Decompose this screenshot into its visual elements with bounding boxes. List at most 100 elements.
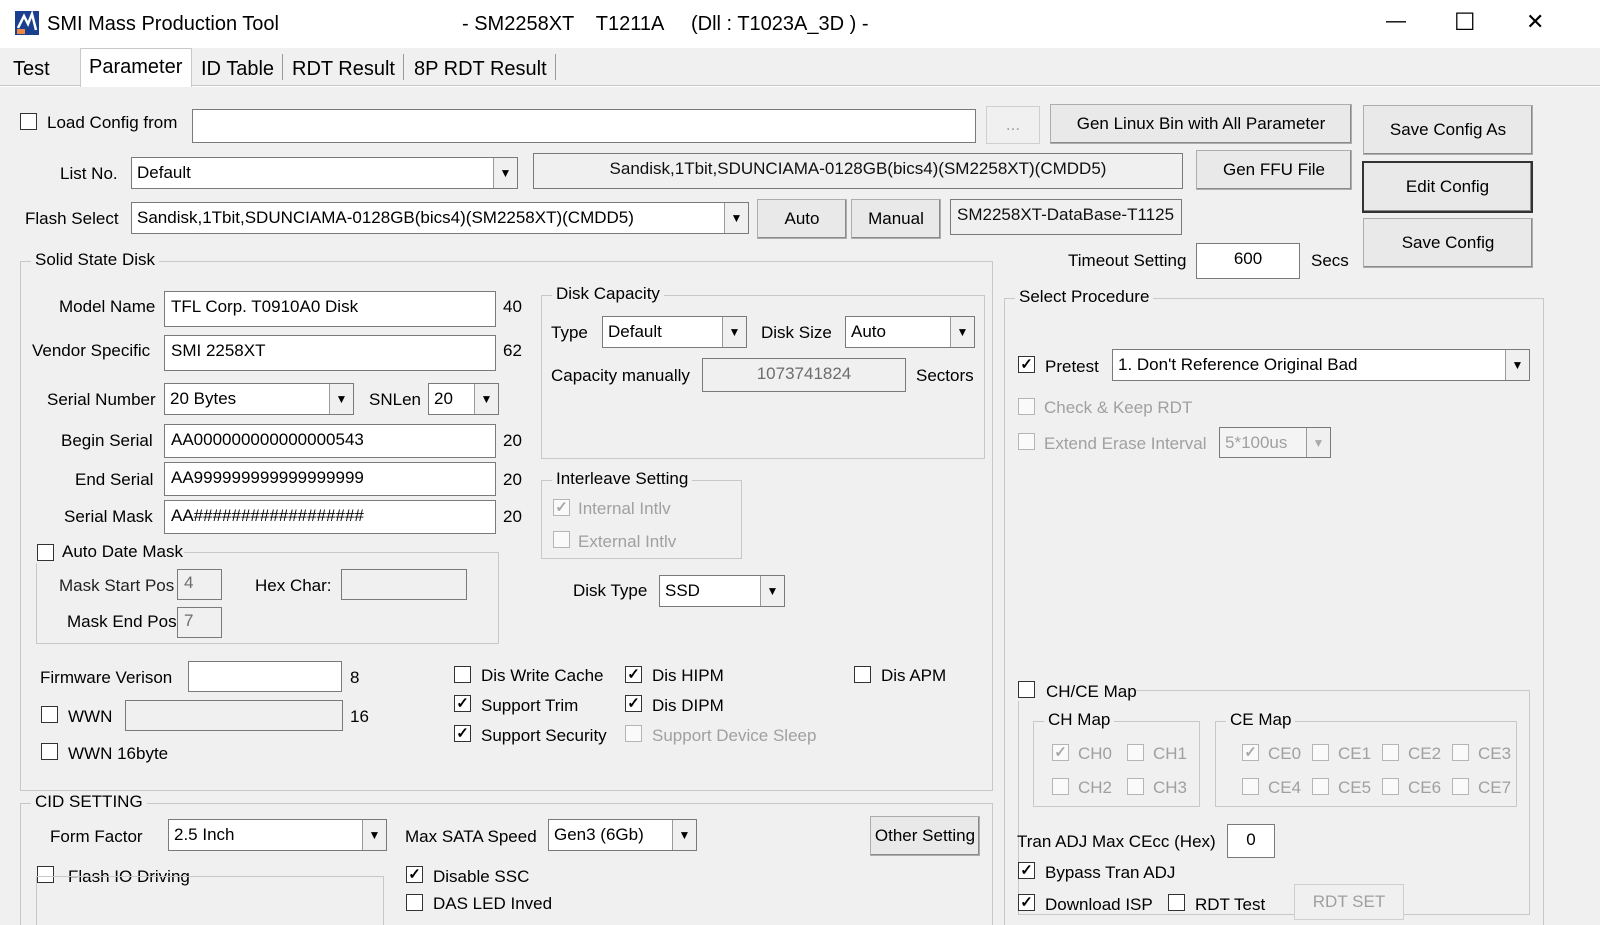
tab-8p-rdt-result[interactable]: 8P RDT Result	[414, 58, 547, 81]
check-keep-rdt-label: Check & Keep RDT	[1044, 398, 1193, 417]
tab-parameter[interactable]: Parameter	[80, 48, 192, 87]
tran-adj-input[interactable]: 0	[1227, 824, 1275, 858]
capacity-manual-input[interactable]: 1073741824	[702, 358, 906, 392]
serial-number-value: 20 Bytes	[170, 389, 237, 408]
list-no-select[interactable]: Default ▼	[131, 157, 518, 189]
browse-button[interactable]: ...	[986, 106, 1040, 144]
close-icon[interactable]: ✕	[1526, 9, 1544, 35]
minimize-icon[interactable]: —	[1386, 10, 1406, 33]
model-name-input[interactable]: TFL Corp. T0910A0 Disk	[164, 291, 496, 327]
mask-end-input[interactable]: 7	[177, 607, 222, 638]
firmware-input[interactable]	[188, 661, 342, 692]
hex-char-input[interactable]	[341, 569, 467, 600]
flash-select[interactable]: Sandisk,1Tbit,SDUNCIAMA-0128GB(bics4)(SM…	[131, 202, 749, 234]
download-isp-label: Download ISP	[1045, 895, 1153, 914]
chevron-down-icon: ▼	[760, 576, 784, 606]
end-serial-input[interactable]: AA999999999999999999	[164, 462, 496, 496]
disk-type-select[interactable]: SSD ▼	[659, 575, 785, 607]
chevron-down-icon: ▼	[672, 820, 696, 850]
download-isp-checkbox[interactable]: ✓	[1018, 894, 1035, 911]
wwn16-checkbox[interactable]	[41, 743, 58, 760]
edit-config-button[interactable]: Edit Config	[1362, 161, 1533, 213]
max-sata-select[interactable]: Gen3 (6Gb) ▼	[548, 819, 697, 851]
disk-size-value: Auto	[851, 322, 886, 341]
pretest-checkbox[interactable]: ✓	[1018, 356, 1035, 373]
bypass-tran-checkbox[interactable]: ✓	[1018, 862, 1035, 879]
tab-test[interactable]: Test	[13, 58, 50, 81]
chce-map-checkbox[interactable]	[1018, 681, 1035, 698]
auto-date-mask-label: Auto Date Mask	[62, 542, 183, 561]
database-field: SM2258XT-DataBase-T1125	[950, 199, 1182, 235]
vendor-input[interactable]: SMI 2258XT	[164, 335, 496, 371]
hex-char-label: Hex Char:	[255, 576, 332, 595]
auto-button[interactable]: Auto	[757, 199, 847, 239]
extend-erase-select[interactable]: 5*100us ▼	[1219, 427, 1331, 458]
dis-hipm-checkbox[interactable]: ✓	[625, 666, 642, 683]
ch0-checkbox[interactable]: ✓	[1052, 744, 1069, 761]
mask-start-input[interactable]: 4	[177, 569, 222, 600]
extend-erase-checkbox[interactable]	[1018, 433, 1035, 450]
auto-date-mask-checkbox[interactable]	[37, 544, 54, 561]
support-trim-checkbox[interactable]: ✓	[454, 695, 471, 712]
check-keep-rdt-checkbox[interactable]	[1018, 398, 1035, 415]
ch1-checkbox[interactable]	[1127, 744, 1144, 761]
manual-button[interactable]: Manual	[851, 199, 941, 239]
pretest-select[interactable]: 1. Don't Reference Original Bad ▼	[1112, 349, 1530, 381]
save-config-button[interactable]: Save Config	[1363, 218, 1533, 268]
ce1-checkbox[interactable]	[1312, 744, 1329, 761]
wwn-label: WWN	[68, 707, 113, 726]
serial-mask-input[interactable]: AA##################	[164, 500, 496, 534]
disk-size-label: Disk Size	[761, 323, 832, 342]
das-led-checkbox[interactable]	[406, 894, 423, 911]
ce3-checkbox[interactable]	[1452, 744, 1469, 761]
wwn-checkbox[interactable]	[41, 706, 58, 723]
other-setting-button[interactable]: Other Setting	[870, 816, 980, 856]
capacity-type-select[interactable]: Default ▼	[602, 316, 747, 348]
support-security-checkbox[interactable]: ✓	[454, 725, 471, 742]
ce0-checkbox[interactable]: ✓	[1242, 744, 1259, 761]
group-title: CID SETTING	[31, 792, 147, 812]
load-config-path[interactable]	[192, 109, 976, 143]
serial-number-label: Serial Number	[47, 390, 156, 409]
tab-id-table[interactable]: ID Table	[201, 58, 274, 81]
group-title: CH Map	[1044, 710, 1115, 730]
ch3-checkbox[interactable]	[1127, 778, 1144, 795]
dis-write-cache-checkbox[interactable]	[454, 666, 471, 683]
serial-number-select[interactable]: 20 Bytes ▼	[164, 383, 354, 415]
disable-ssc-checkbox[interactable]: ✓	[406, 866, 423, 883]
dis-dipm-checkbox[interactable]: ✓	[625, 695, 642, 712]
begin-serial-label: Begin Serial	[61, 431, 153, 450]
gen-linux-bin-button[interactable]: Gen Linux Bin with All Parameter	[1050, 104, 1352, 144]
external-intlv-checkbox[interactable]	[553, 531, 570, 548]
form-factor-select[interactable]: 2.5 Inch ▼	[168, 819, 387, 851]
flash-select-value: Sandisk,1Tbit,SDUNCIAMA-0128GB(bics4)(SM…	[137, 208, 634, 227]
tab-rdt-result[interactable]: RDT Result	[292, 58, 395, 81]
gen-ffu-button[interactable]: Gen FFU File	[1196, 150, 1352, 190]
internal-intlv-checkbox[interactable]: ✓	[553, 499, 570, 516]
ce2-checkbox[interactable]	[1382, 744, 1399, 761]
begin-serial-length: 20	[503, 431, 522, 450]
dis-apm-checkbox[interactable]	[854, 666, 871, 683]
ch2-checkbox[interactable]	[1052, 778, 1069, 795]
disk-size-select[interactable]: Auto ▼	[845, 316, 975, 348]
ce6-label: CE6	[1408, 778, 1442, 797]
ce0-label: CE0	[1268, 744, 1302, 763]
wwn16-label: WWN 16byte	[68, 744, 169, 763]
wwn-input[interactable]	[125, 700, 343, 731]
load-config-checkbox[interactable]	[20, 113, 37, 130]
snlen-select[interactable]: 20 ▼	[428, 383, 499, 415]
ce5-checkbox[interactable]	[1312, 778, 1329, 795]
external-intlv-label: External Intlv	[578, 532, 677, 551]
support-sleep-checkbox[interactable]	[625, 725, 642, 742]
rdt-test-checkbox[interactable]	[1168, 894, 1185, 911]
rdt-set-button[interactable]: RDT SET	[1294, 884, 1404, 920]
save-config-as-button[interactable]: Save Config As	[1363, 105, 1533, 155]
ce6-checkbox[interactable]	[1382, 778, 1399, 795]
timeout-input[interactable]: 600	[1196, 243, 1300, 279]
ce4-checkbox[interactable]	[1242, 778, 1259, 795]
ce7-checkbox[interactable]	[1452, 778, 1469, 795]
max-sata-label: Max SATA Speed	[405, 827, 537, 846]
maximize-icon[interactable]: ☐	[1454, 8, 1476, 37]
begin-serial-input[interactable]: AA000000000000000543	[164, 424, 496, 458]
end-serial-label: End Serial	[75, 470, 154, 489]
